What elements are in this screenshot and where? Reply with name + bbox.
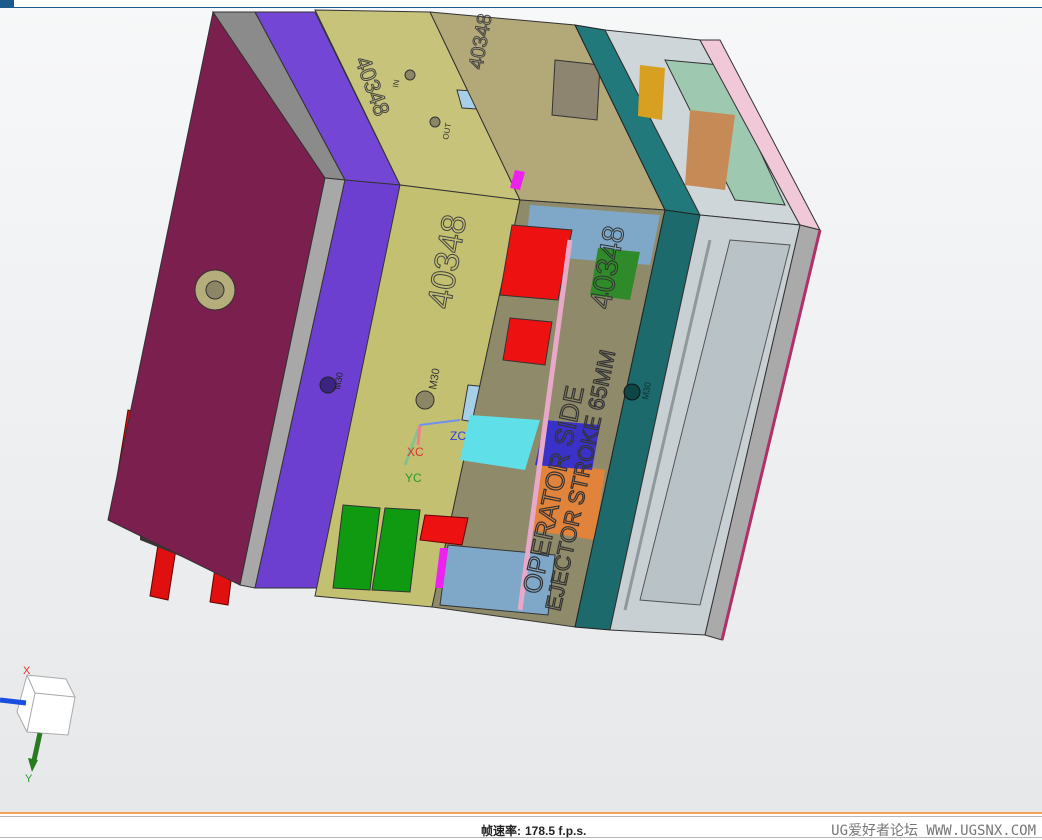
graphics-viewport[interactable]: IN OUT 40348 40348 M30 M30 40348 40348 O… (0, 0, 1042, 812)
wcs-zc-label: ZC (450, 429, 466, 443)
forum-watermark: UG爱好者论坛 WWW.UGSNX.COM (831, 823, 1036, 839)
frame-rate-readout: 帧速率: 178.5 f.p.s. (481, 822, 590, 839)
view-triad[interactable]: X Y (0, 665, 76, 785)
frame-rate-value: 178.5 f.p.s. (525, 824, 587, 838)
status-bar: 帧速率: 178.5 f.p.s. UG爱好者论坛 WWW.UGSNX.COM (0, 812, 1042, 839)
triad-x-label: X (23, 665, 31, 677)
wcs-xc-label: XC (407, 445, 424, 459)
mold-assembly-model[interactable]: IN OUT 40348 40348 M30 M30 40348 40348 O… (0, 0, 1042, 812)
wcs-yc-label: YC (405, 471, 422, 485)
triad-y-label: Y (25, 773, 33, 785)
frame-rate-label: 帧速率: (481, 824, 521, 838)
